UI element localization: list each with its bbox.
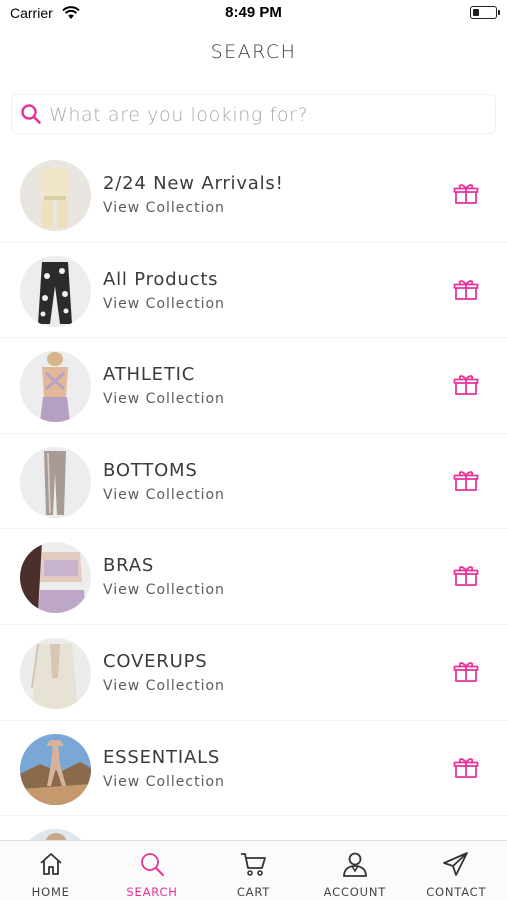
- collection-title: ATHLETIC: [103, 364, 196, 386]
- collection-title: ESSENTIALS: [103, 746, 221, 768]
- search-icon: [20, 103, 42, 129]
- collection-row-athletic[interactable]: ATHLETIC View Collection: [0, 338, 507, 434]
- nav-label: SEARCH: [126, 885, 178, 899]
- collection-list[interactable]: 2/24 New Arrivals! View Collection All P…: [0, 147, 507, 840]
- nav-label: ACCOUNT: [323, 885, 387, 899]
- page-title: SEARCH: [210, 41, 297, 63]
- collection-row-bras[interactable]: BRAS View Collection: [0, 529, 507, 625]
- bottom-nav: HOME SEARCH CART ACCOUNT CONTACT: [0, 840, 507, 900]
- account-icon: [342, 852, 367, 877]
- collection-thumbnail: [20, 446, 91, 518]
- collection-thumbnail: [20, 733, 91, 805]
- gift-icon: [453, 660, 479, 688]
- search-input[interactable]: [49, 101, 479, 129]
- collection-title: All Products: [103, 268, 219, 290]
- collection-thumbnail: [20, 255, 91, 327]
- home-icon: [40, 853, 62, 875]
- collection-subtitle: View Collection: [103, 200, 225, 216]
- collection-title: COVERUPS: [103, 650, 208, 672]
- nav-label: HOME: [31, 885, 70, 899]
- collection-thumbnail: [20, 637, 91, 709]
- gift-icon: [453, 469, 479, 497]
- gift-icon: [453, 564, 479, 592]
- search-bar[interactable]: [11, 94, 496, 134]
- collection-title: BOTTOMS: [103, 459, 198, 481]
- collection-row-new-arrivals[interactable]: 2/24 New Arrivals! View Collection: [0, 147, 507, 243]
- nav-label: CART: [236, 885, 271, 899]
- collection-subtitle: View Collection: [103, 773, 225, 790]
- collection-title: 2/24 New Arrivals!: [103, 173, 284, 194]
- gift-icon: [453, 756, 479, 784]
- collection-subtitle: View Collection: [103, 295, 225, 312]
- collection-subtitle: View Collection: [103, 486, 225, 503]
- nav-cart[interactable]: CART: [203, 841, 304, 900]
- nav-home[interactable]: HOME: [0, 841, 101, 900]
- gift-icon: [453, 182, 479, 210]
- collection-row-bottoms[interactable]: BOTTOMS View Collection: [0, 434, 507, 530]
- collection-row-essentials[interactable]: ESSENTIALS View Collection: [0, 721, 507, 817]
- battery-icon: [470, 6, 500, 19]
- collection-title: BRAS: [103, 555, 155, 577]
- collection-thumbnail: [20, 542, 91, 614]
- collection-thumbnail: [20, 160, 91, 231]
- nav-search[interactable]: SEARCH: [101, 841, 202, 900]
- status-bar: Carrier 8:49 PM: [0, 0, 507, 28]
- clock: 8:49 PM: [225, 4, 282, 21]
- collection-row-partial[interactable]: [0, 816, 507, 840]
- search-icon: [141, 853, 165, 876]
- nav-account[interactable]: ACCOUNT: [304, 841, 405, 900]
- nav-contact[interactable]: CONTACT: [406, 841, 507, 900]
- collection-subtitle: View Collection: [103, 677, 225, 694]
- gift-icon: [453, 278, 479, 306]
- collection-subtitle: View Collection: [103, 391, 225, 408]
- nav-label: CONTACT: [426, 885, 487, 899]
- cart-icon: [241, 853, 267, 876]
- gift-icon: [453, 373, 479, 401]
- collection-subtitle: View Collection: [103, 582, 225, 599]
- collection-row-coverups[interactable]: COVERUPS View Collection: [0, 625, 507, 721]
- collection-row-all-products[interactable]: All Products View Collection: [0, 243, 507, 339]
- collection-thumbnail: [20, 829, 91, 840]
- paper-plane-icon: [443, 852, 469, 876]
- collection-thumbnail: [20, 351, 91, 423]
